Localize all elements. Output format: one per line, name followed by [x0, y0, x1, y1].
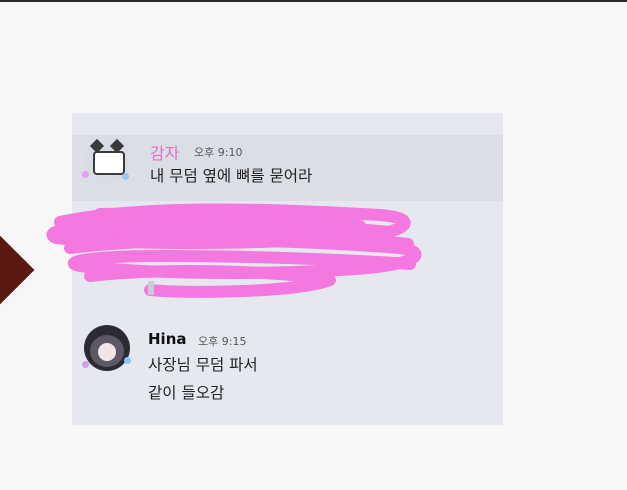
avatar-flower-deco: [82, 171, 89, 178]
message-text: 사장님 무덤 파서: [148, 356, 258, 374]
message-author[interactable]: 감자: [150, 140, 179, 164]
message-timestamp: 오후 9:15: [198, 335, 247, 348]
avatar-flower-deco: [122, 173, 129, 180]
message-author[interactable]: Hina: [148, 330, 187, 348]
message-text: 같이 들오감: [148, 384, 225, 402]
top-border: [0, 0, 627, 2]
chat-panel: 감자 오후 9:10 내 무덤 옆에 뼈를 묻어라 Hina 오후 9:15 사…: [72, 113, 503, 425]
avatar-face: [98, 343, 116, 361]
avatar-cat-face: [93, 151, 125, 175]
avatar-flower-deco: [124, 357, 131, 364]
avatar-gamja[interactable]: [82, 137, 130, 183]
message-text: 내 무덤 옆에 뼈를 묻어라: [150, 167, 313, 185]
avatar-hina[interactable]: [82, 325, 131, 371]
left-diamond-decoration: [0, 227, 35, 313]
avatar-flower-deco: [82, 361, 89, 368]
message-timestamp: 오후 9:10: [194, 146, 243, 159]
